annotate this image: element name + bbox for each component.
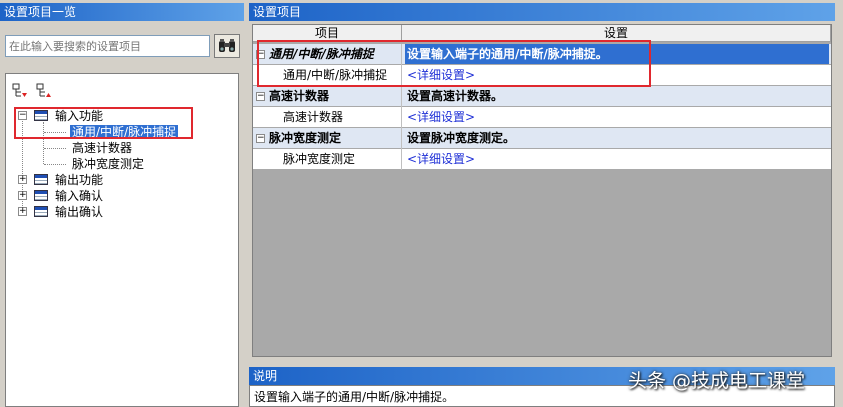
detail-settings-link[interactable]: <详细设置> [407,149,475,169]
settings-group-icon [34,206,48,217]
watermark: 头条 @技成电工课堂 [628,370,806,392]
setting-row-pulse-width-measurement: 脉冲宽度测定 <详细设置> [253,149,831,169]
category-row-high-speed-counter[interactable]: − 高速计数器 设置高速计数器。 [253,86,831,106]
search-input[interactable] [5,35,210,57]
expand-icon[interactable]: + [18,207,27,216]
tree-item-pulse-width-measurement[interactable]: 脉冲宽度测定 [72,156,144,172]
settings-list-title: 设置项目一览 [0,3,244,21]
detail-settings-link[interactable]: <详细设置> [407,107,475,127]
collapse-icon[interactable]: − [256,92,265,101]
expand-all-button[interactable] [12,83,28,99]
search-button[interactable] [214,34,240,58]
settings-group-icon [34,174,48,185]
expand-icon[interactable]: + [18,191,27,200]
tree-item-high-speed-counter[interactable]: 高速计数器 [72,140,132,156]
highlight-box [257,40,651,87]
settings-items-title: 设置项目 [249,3,835,21]
settings-list-pane: 设置项目一览 在此输入要搜索的设置项目 − 输入功能 通用/中断/脉冲捕捉 高速… [0,0,244,407]
binoculars-icon [219,39,235,52]
settings-group-icon [34,190,48,201]
tree-item-input-confirm[interactable]: + 输入确认 [18,188,218,204]
collapse-all-button[interactable] [36,83,52,99]
tree-item-output-function[interactable]: + 输出功能 [18,172,218,188]
expand-tree-icon [12,83,27,97]
category-row-pulse-width-measurement[interactable]: − 脉冲宽度测定 设置脉冲宽度测定。 [253,128,831,148]
setting-row-high-speed-counter: 高速计数器 <详细设置> [253,107,831,127]
expand-icon[interactable]: + [18,175,27,184]
tree-item-output-confirm[interactable]: + 输出确认 [18,204,218,220]
collapse-icon[interactable]: − [256,134,265,143]
highlight-box [14,107,193,139]
collapse-tree-icon [36,83,51,97]
